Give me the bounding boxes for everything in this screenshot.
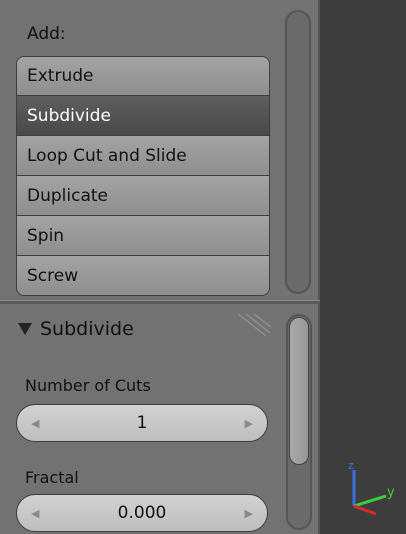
fractal-value: 0.000 [117, 503, 167, 523]
subdivide-panel-title: Subdivide [40, 318, 134, 340]
tool-button-column: Extrude Subdivide Loop Cut and Slide Dup… [16, 56, 270, 296]
number-of-cuts-label: Number of Cuts [25, 376, 151, 395]
arrow-left-icon[interactable]: ◀ [31, 507, 39, 520]
number-of-cuts-field[interactable]: ◀ 1 ▶ [16, 404, 268, 442]
subdivide-panel-scrollbar[interactable] [286, 314, 312, 530]
fractal-field[interactable]: ◀ 0.000 ▶ [16, 494, 268, 532]
scrollbar-thumb[interactable] [289, 317, 309, 465]
fractal-label: Fractal [25, 468, 79, 487]
duplicate-button[interactable]: Duplicate [16, 176, 270, 216]
arrow-right-icon[interactable]: ▶ [245, 507, 253, 520]
add-label: Add: [27, 24, 66, 44]
spin-button[interactable]: Spin [16, 216, 270, 256]
subdivide-panel-header[interactable]: Subdivide [18, 318, 134, 340]
z-axis-label: z [348, 459, 354, 472]
subdivide-panel: Subdivide Number of Cuts ◀ 1 ▶ Fractal ◀… [0, 304, 320, 534]
y-axis-label: y [387, 485, 395, 500]
screw-button[interactable]: Screw [16, 256, 270, 296]
add-panel-scrollbar[interactable] [285, 10, 311, 294]
number-of-cuts-value: 1 [136, 413, 148, 433]
drag-grip-icon[interactable] [236, 312, 272, 338]
triangle-down-icon[interactable] [18, 323, 32, 335]
tool-shelf: Add: Extrude Subdivide Loop Cut and Slid… [0, 0, 320, 534]
loop-cut-and-slide-button[interactable]: Loop Cut and Slide [16, 136, 270, 176]
add-panel: Add: Extrude Subdivide Loop Cut and Slid… [0, 0, 320, 300]
extrude-button[interactable]: Extrude [16, 56, 270, 96]
arrow-left-icon[interactable]: ◀ [31, 417, 39, 430]
arrow-right-icon[interactable]: ▶ [245, 417, 253, 430]
axis-gizmo-icon: z y [348, 459, 395, 516]
3d-viewport[interactable] [320, 0, 406, 534]
subdivide-button[interactable]: Subdivide [16, 96, 270, 136]
